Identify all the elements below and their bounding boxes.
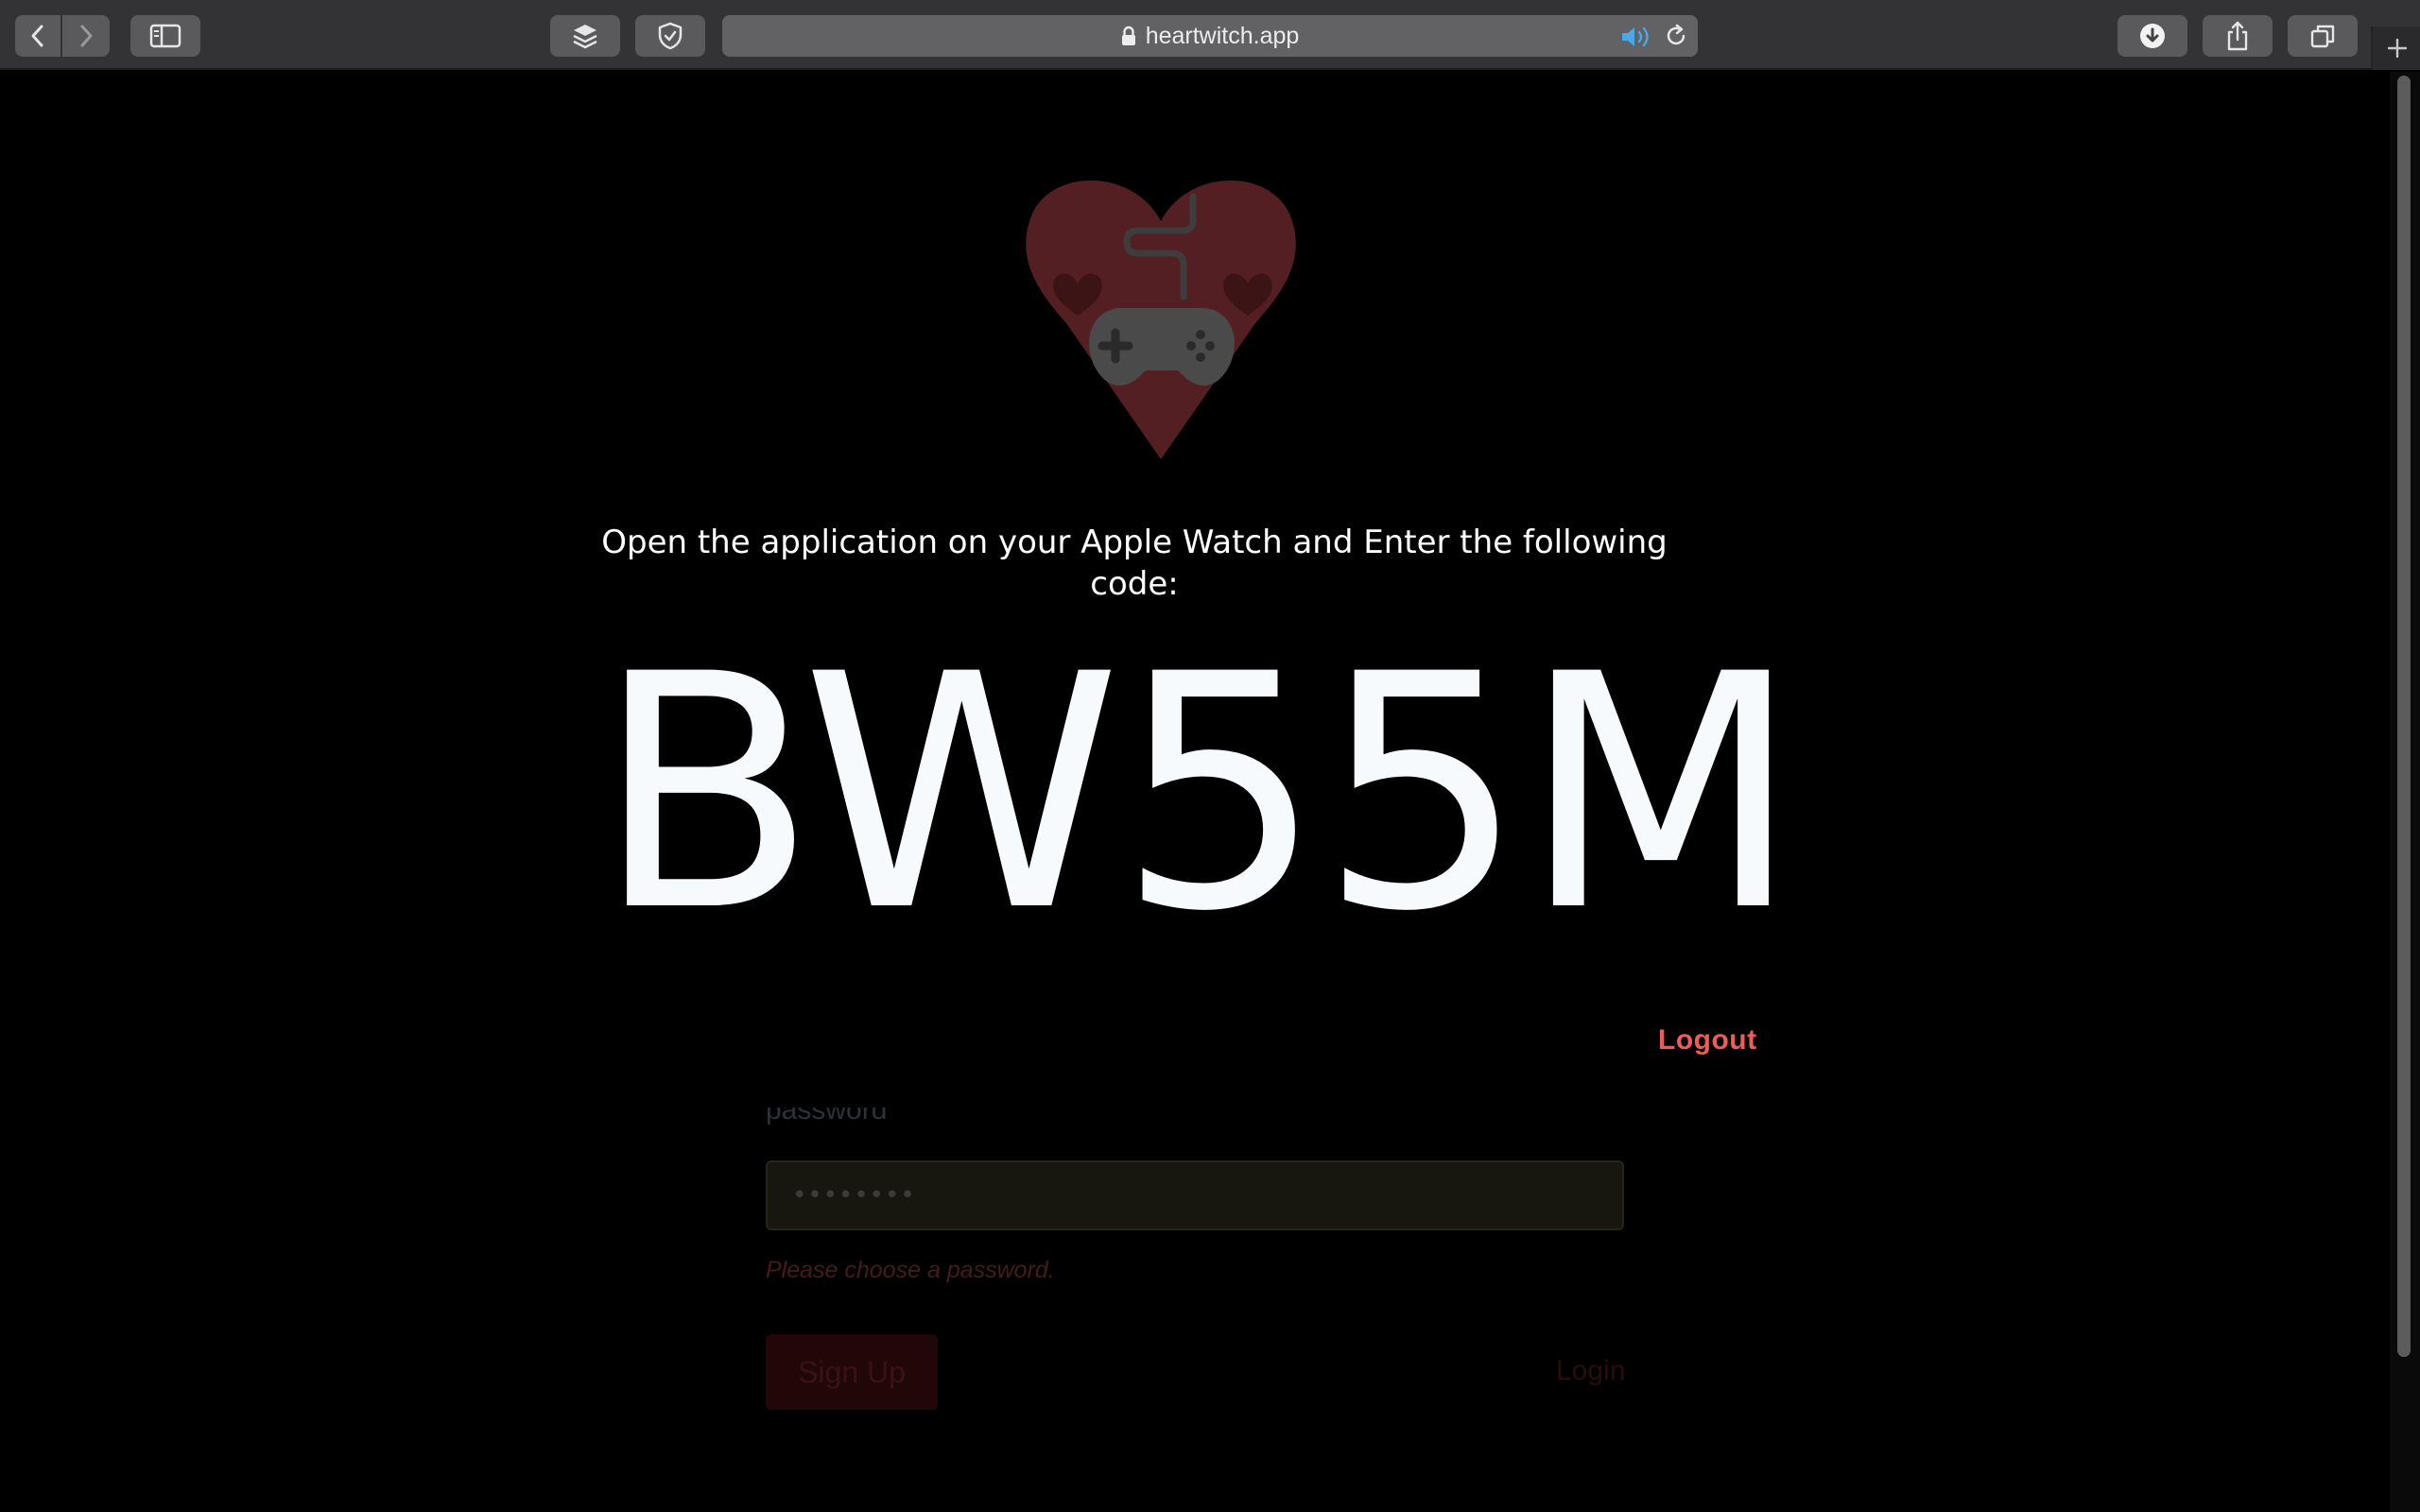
layers-extension-button[interactable] [550, 15, 620, 57]
url-text: heartwitch.app [1145, 22, 1300, 49]
sidebar-toggle-button[interactable] [130, 15, 200, 57]
password-label: password [766, 1108, 888, 1125]
sign-up-button[interactable]: Sign Up [766, 1334, 938, 1410]
download-icon [2140, 24, 2165, 48]
password-field[interactable]: •••••••• [766, 1160, 1624, 1230]
forward-button[interactable] [62, 15, 110, 57]
tabs-icon [2310, 25, 2335, 48]
tab-overview-button[interactable] [2288, 15, 2358, 57]
chevron-right-icon [80, 25, 93, 47]
shield-extension-button[interactable] [635, 15, 705, 57]
heart-gamepad-logo [1026, 180, 1296, 459]
login-link[interactable]: Login [1556, 1355, 1625, 1387]
password-error: Please choose a password. [766, 1257, 1055, 1283]
pairing-code: BW55M [595, 606, 1801, 982]
sidebar-icon [149, 24, 182, 48]
shield-icon [658, 22, 683, 50]
share-button[interactable] [2203, 15, 2273, 57]
share-icon [2227, 21, 2248, 51]
lock-icon [1121, 26, 1135, 45]
address-bar[interactable]: heartwitch.app [722, 15, 1698, 57]
chevron-left-icon [31, 25, 43, 47]
layers-icon [573, 25, 597, 49]
instruction-text: Open the application on your Apple Watch… [601, 524, 1668, 603]
browser-toolbar: heartwitch.app [0, 0, 2420, 70]
speaker-icon[interactable] [1620, 25, 1654, 49]
new-tab-button[interactable] [2371, 26, 2420, 70]
logout-link[interactable]: Logout [1658, 1024, 1757, 1057]
back-button[interactable] [15, 15, 60, 57]
scrollbar-thumb[interactable] [2397, 76, 2411, 1357]
plus-icon [2387, 38, 2408, 59]
downloads-button[interactable] [2118, 15, 2187, 57]
reload-icon[interactable] [1664, 24, 1688, 48]
